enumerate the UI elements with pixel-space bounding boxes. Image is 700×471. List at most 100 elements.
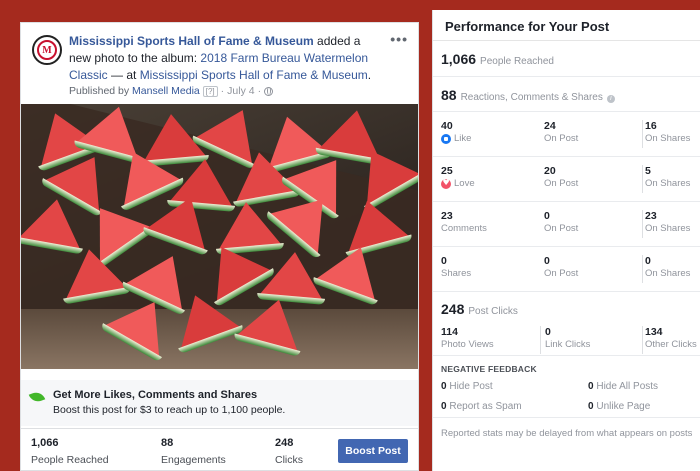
page-logo-icon: M [37, 40, 57, 60]
reaction-row-like: 40 Like 24 On Post 16 On Shares [433, 112, 700, 157]
spam-label: Report as Spam [449, 401, 522, 412]
love-on-post: 20 On Post [544, 165, 578, 189]
engagement-label: Reactions, Comments & Shares [460, 92, 603, 103]
love-total: 25 Love [441, 165, 475, 189]
boost-subtitle: Boost this post for $3 to reach up to 1,… [53, 404, 286, 416]
info-icon[interactable]: i [606, 95, 615, 103]
love-value: 25 [441, 165, 453, 177]
shares-on-post-label: On Post [544, 268, 579, 279]
post-photo[interactable] [21, 104, 418, 369]
photo-views-value: 114 [441, 326, 458, 338]
separator-dot: · [257, 85, 262, 97]
like-total: 40 Like [441, 120, 471, 144]
page-name-link[interactable]: Mississippi Sports Hall of Fame & Museum [69, 34, 314, 48]
comments-on-post-label: On Post [544, 223, 579, 234]
love-on-shares: 5 On Shares [642, 165, 690, 193]
like-on-post: 24 On Post [544, 120, 578, 144]
footer-engagements[interactable]: 88 Engagements [161, 437, 226, 466]
other-clicks: 134 Other Clicks [642, 326, 697, 354]
people-reached-label: People Reached [480, 56, 554, 67]
love-on-post-label: On Post [544, 178, 579, 189]
engagement-value: 88 [441, 87, 457, 103]
boost-promo: Get More Likes, Comments and Shares Boos… [21, 380, 418, 426]
like-on-shares-label: On Shares [645, 133, 691, 144]
page-avatar[interactable]: M [32, 35, 62, 65]
post-text: Mississippi Sports Hall of Fame & Museum… [69, 33, 406, 84]
footer-clicks-label: Clicks [275, 454, 303, 466]
comments-on-shares: 23 On Shares [642, 210, 690, 238]
post-clicks-breakdown: 114 Photo Views 0 Link Clicks 134 Other … [433, 322, 700, 356]
boost-title: Get More Likes, Comments and Shares [53, 389, 258, 401]
globe-icon[interactable] [264, 86, 274, 96]
love-on-post-value: 20 [544, 165, 556, 177]
post-footer: 1,066 People Reached 88 Engagements 248 … [21, 428, 418, 471]
stats-disclaimer: Reported stats may be delayed from what … [441, 428, 693, 439]
photo-views-label: Photo Views [441, 339, 494, 350]
footer-clicks-value: 248 [275, 437, 294, 449]
footer-reached-label: People Reached [31, 454, 109, 466]
other-clicks-value: 134 [645, 326, 663, 338]
location-link[interactable]: Mississippi Sports Hall of Fame & Museum [140, 68, 368, 82]
hide-post-stat: 0 Hide Post [441, 381, 493, 392]
post-card: M Mississippi Sports Hall of Fame & Muse… [20, 22, 419, 471]
comments-value: 23 [441, 210, 453, 222]
post-meta: Published by Mansell Media [?] · July 4 … [69, 85, 406, 97]
shares-on-shares-value: 0 [645, 255, 651, 267]
negative-feedback-grid: 0 Hide Post 0 Hide All Posts 0 Report as… [433, 374, 700, 418]
love-label-wrap: Love [441, 178, 475, 189]
comments-on-post-value: 0 [544, 210, 550, 222]
link-clicks-value: 0 [545, 326, 551, 338]
help-badge[interactable]: [?] [202, 85, 218, 97]
hide-post-value: 0 [441, 381, 447, 392]
spam-stat: 0 Report as Spam [441, 401, 522, 412]
unlike-value: 0 [588, 401, 594, 412]
separator-dot: · [220, 85, 225, 97]
like-label-wrap: Like [441, 133, 471, 144]
people-reached-value: 1,066 [441, 51, 477, 67]
shares-on-post: 0 On Post [544, 255, 578, 279]
post-clicks-value: 248 [441, 301, 465, 317]
link-clicks: 0 Link Clicks [540, 326, 590, 354]
love-icon [441, 178, 451, 189]
footer-reached[interactable]: 1,066 People Reached [31, 437, 109, 466]
post-clicks-row: 248 Post Clicks [433, 292, 700, 322]
comments-label: Comments [441, 223, 487, 234]
love-label: Love [454, 178, 475, 189]
hide-all-value: 0 [588, 381, 594, 392]
people-reached-row: 1,066 People Reached [433, 41, 700, 77]
published-by: Published by Mansell Media [69, 85, 200, 97]
post-date[interactable]: July 4 [227, 85, 254, 97]
spam-value: 0 [441, 401, 447, 412]
performance-panel: Performance for Your Post 1,066 People R… [432, 10, 700, 471]
more-options-icon[interactable]: ••• [390, 31, 408, 47]
post-clicks-label: Post Clicks [468, 306, 518, 317]
boost-post-button[interactable]: Boost Post [338, 439, 408, 463]
like-icon [441, 133, 451, 144]
shares-value: 0 [441, 255, 447, 267]
publisher-link[interactable]: Mansell Media [132, 85, 200, 97]
footer-clicks[interactable]: 248 Clicks [275, 437, 303, 466]
leaf-icon [28, 389, 46, 405]
footer-engagements-label: Engagements [161, 454, 226, 466]
like-on-shares-value: 16 [645, 120, 657, 132]
comments-on-shares-value: 23 [645, 210, 657, 222]
love-on-shares-label: On Shares [645, 178, 691, 189]
unlike-label: Unlike Page [596, 401, 651, 412]
engagement-row: 88 Reactions, Comments & Shares i [433, 77, 700, 112]
published-by-label: Published by [69, 85, 130, 97]
comments-on-post: 0 On Post [544, 210, 578, 234]
hide-all-label: Hide All Posts [596, 381, 659, 392]
link-clicks-label: Link Clicks [545, 339, 591, 350]
shares-on-post-value: 0 [544, 255, 550, 267]
other-clicks-label: Other Clicks [645, 339, 697, 350]
hide-all-stat: 0 Hide All Posts [588, 381, 658, 392]
comments-row: 23 Comments 0 On Post 23 On Shares [433, 202, 700, 247]
shares-on-shares: 0 On Shares [642, 255, 690, 283]
shares-total: 0 Shares [441, 255, 471, 279]
reaction-row-love: 25 Love 20 On Post 5 On Shares [433, 157, 700, 202]
photo-views: 114 Photo Views [441, 326, 494, 350]
watermelon-slice [57, 243, 129, 301]
performance-title: Performance for Your Post [433, 10, 700, 41]
footer-reached-value: 1,066 [31, 437, 59, 449]
like-label: Like [454, 133, 472, 144]
